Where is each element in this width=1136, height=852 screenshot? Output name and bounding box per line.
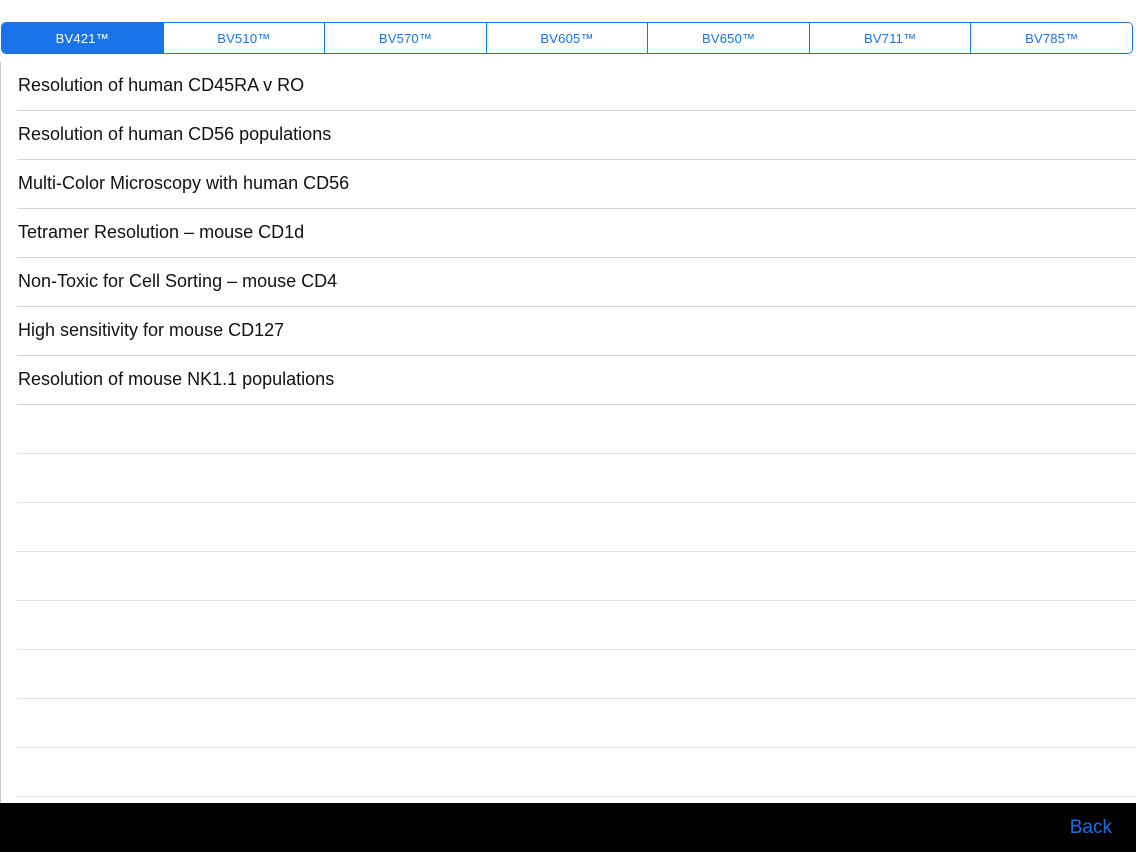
list-item-label: Resolution of human CD45RA v RO	[18, 74, 305, 95]
list-item[interactable]: Non-Toxic for Cell Sorting – mouse CD4	[17, 258, 1136, 307]
tab-bv711[interactable]: BV711™	[808, 23, 971, 53]
list-item[interactable]: Multi-Color Microscopy with human CD56	[17, 160, 1136, 209]
list-item[interactable]: High sensitivity for mouse CD127	[17, 307, 1136, 356]
empty-row	[17, 748, 1136, 797]
list-item-label: Resolution of human CD56 populations	[18, 123, 332, 144]
fluorochrome-segmented-control: BV421™ BV510™ BV570™ BV605™ BV650™ BV711…	[1, 22, 1133, 54]
list-item[interactable]: Tetramer Resolution – mouse CD1d	[17, 209, 1136, 258]
empty-row	[17, 650, 1136, 699]
list-item[interactable]: Resolution of mouse NK1.1 populations	[17, 356, 1136, 405]
list-item[interactable]: Resolution of human CD56 populations	[17, 111, 1136, 160]
list-item[interactable]: Resolution of human CD45RA v RO	[17, 62, 1136, 111]
back-button[interactable]: Back	[1070, 817, 1112, 839]
tab-bv421[interactable]: BV421™	[2, 23, 163, 53]
empty-row	[17, 405, 1136, 454]
empty-row	[17, 552, 1136, 601]
list-item-label: Multi-Color Microscopy with human CD56	[18, 172, 350, 193]
list-item-label: Resolution of mouse NK1.1 populations	[18, 368, 335, 389]
empty-row	[17, 601, 1136, 650]
list-item-label: Non-Toxic for Cell Sorting – mouse CD4	[18, 270, 338, 291]
tab-bv650[interactable]: BV650™	[647, 23, 809, 53]
app-screen: BV421™ BV510™ BV570™ BV605™ BV650™ BV711…	[0, 0, 1136, 852]
tab-bv785[interactable]: BV785™	[970, 23, 1132, 53]
list-item-label: Tetramer Resolution – mouse CD1d	[18, 221, 305, 242]
list-item-label: High sensitivity for mouse CD127	[18, 319, 285, 340]
tab-bv605[interactable]: BV605™	[485, 23, 648, 53]
empty-row	[17, 454, 1136, 503]
tab-bv570[interactable]: BV570™	[324, 23, 486, 53]
tab-bv510[interactable]: BV510™	[162, 23, 325, 53]
bottom-toolbar: Back	[0, 803, 1136, 852]
application-list: Resolution of human CD45RA v RO Resoluti…	[0, 62, 1136, 803]
empty-row	[17, 699, 1136, 748]
empty-row	[17, 503, 1136, 552]
